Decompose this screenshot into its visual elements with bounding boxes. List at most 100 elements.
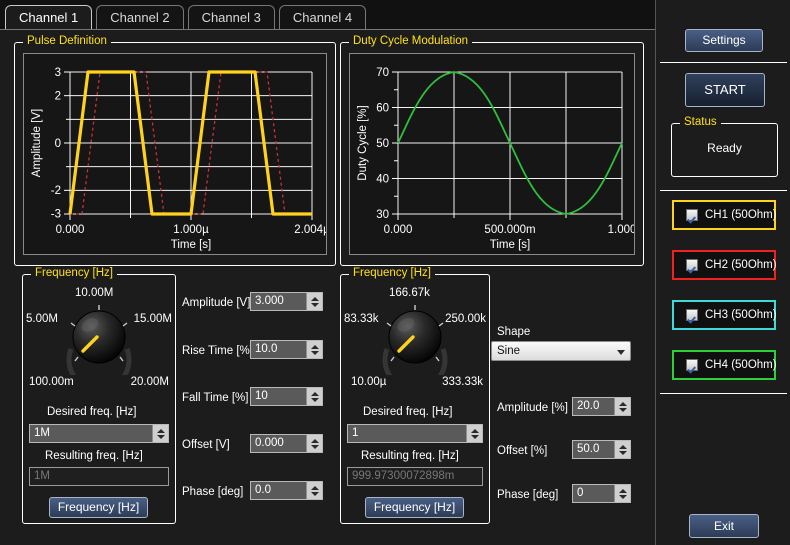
knob-label-top: 166.67k [389,287,430,299]
shape-label: Shape [497,326,530,338]
mod-amplitude-stepper[interactable] [614,398,630,415]
tab-label: Channel 1 [19,10,78,25]
mod-phase-stepper[interactable] [614,485,630,502]
pulse-plot-svg: 3 2 0 -2 -3 0.000 1.000µ 2.004µ Time [s] [24,54,326,254]
status-group: Status Ready [671,123,778,177]
checkbox-checked-icon[interactable] [686,209,698,221]
right-frequency-knob[interactable]: 166.67k 83.33k 250.00k 10.00µ 333.33k [341,275,489,405]
svg-text:Time [s]: Time [s] [171,239,211,251]
svg-text:2.004µ: 2.004µ [294,224,326,236]
shape-select[interactable]: Sine [491,341,631,361]
svg-text:Amplitude [V]: Amplitude [V] [31,109,43,177]
offset-v-input[interactable]: 0.000 [250,434,323,453]
phase-deg-label: Phase [deg] [182,486,243,498]
svg-text:0.000: 0.000 [56,224,85,236]
amplitude-v-stepper[interactable] [306,293,322,310]
rise-time-input[interactable]: 10.0 [250,340,323,359]
offset-v-label: Offset [V] [182,439,230,451]
offset-v-stepper[interactable] [306,435,322,452]
tab-channel-2[interactable]: Channel 2 [96,5,183,30]
channel-label: CH2 (50Ohm) [705,259,777,271]
left-desired-freq-input[interactable]: 1M [29,424,169,443]
knob-label-bottom-left: 10.00µ [351,376,386,388]
svg-text:3: 3 [55,67,61,79]
application-window: Channel 1 Channel 2 Channel 3 Channel 4 … [0,0,790,545]
tab-channel-3[interactable]: Channel 3 [188,5,275,30]
exit-button[interactable]: Exit [689,514,759,538]
mod-offset-value: 50.0 [573,441,614,458]
svg-text:50: 50 [376,138,389,150]
channel-toggle-ch3[interactable]: CH3 (50Ohm) [672,300,776,330]
checkbox-checked-icon[interactable] [686,259,698,271]
knob-label-bottom-left: 100.00m [29,376,74,388]
pulse-definition-group: Pulse Definition [14,42,336,266]
mod-offset-input[interactable]: 50.0 [572,440,631,459]
mod-offset-stepper[interactable] [614,441,630,458]
right-desired-freq-input[interactable]: 1 [347,424,483,443]
channel-label: CH3 (50Ohm) [705,309,777,321]
left-desired-freq-stepper[interactable] [152,425,168,442]
tab-bar: Channel 1 Channel 2 Channel 3 Channel 4 [0,0,655,30]
channel-toggle-ch2[interactable]: CH2 (50Ohm) [672,250,776,280]
left-resulting-freq-label: Resulting freq. [Hz] [45,450,143,462]
mod-amplitude-input[interactable]: 20.0 [572,397,631,416]
mod-phase-input[interactable]: 0 [572,484,631,503]
knob-label-bottom-right: 333.33k [442,376,483,388]
phase-deg-value: 0.0 [251,482,306,499]
rise-time-value: 10.0 [251,341,306,358]
knob-label-right: 15.00M [134,313,172,325]
amplitude-v-input[interactable]: 3.000 [250,292,323,311]
right-frequency-button[interactable]: Frequency [Hz] [365,497,464,518]
tab-channel-1[interactable]: Channel 1 [5,5,92,30]
mod-phase-value: 0 [573,485,614,502]
channel-toggle-ch1[interactable]: CH1 (50Ohm) [672,200,776,230]
channel-toggle-ch4[interactable]: CH4 (50Ohm) [672,350,776,380]
tab-label: Channel 2 [110,10,169,25]
knob-label-top: 10.00M [75,287,113,299]
phase-deg-stepper[interactable] [306,482,322,499]
mod-amplitude-label: Amplitude [%] [497,402,568,414]
exit-button-label: Exit [690,515,758,537]
start-button-label: START [686,74,764,106]
start-button[interactable]: START [685,73,765,107]
right-resulting-freq-value: 999.97300072898m [347,467,483,486]
svg-text:70: 70 [376,67,389,79]
svg-text:1.000µ: 1.000µ [173,224,209,236]
settings-button[interactable]: Settings [685,29,763,52]
mod-phase-label: Phase [deg] [497,489,558,501]
status-value: Ready [672,141,777,155]
rise-time-stepper[interactable] [306,341,322,358]
channel-label: CH4 (50Ohm) [705,359,777,371]
svg-text:60: 60 [376,103,389,115]
fall-time-stepper[interactable] [306,388,322,405]
amplitude-v-value: 3.000 [251,293,306,310]
checkbox-checked-icon[interactable] [686,359,698,371]
shape-value: Sine [497,345,520,357]
right-resulting-freq-label: Resulting freq. [Hz] [361,450,459,462]
duty-plot: 70 60 50 40 30 0.000 500.000m 1.000 Time… [349,53,635,255]
left-frequency-knob[interactable]: 10.00M 5.00M 15.00M 100.00m 20.00M [23,275,175,405]
svg-text:2: 2 [55,91,61,103]
amplitude-v-label: Amplitude [V] [182,297,250,309]
svg-text:40: 40 [376,174,389,186]
svg-text:Time [s]: Time [s] [490,239,530,251]
channel-label: CH1 (50Ohm) [705,209,777,221]
fall-time-input[interactable]: 10 [250,387,323,406]
phase-deg-input[interactable]: 0.0 [250,481,323,500]
left-resulting-freq-value: 1M [29,467,169,486]
knob-dial-icon[interactable] [379,303,451,375]
left-frequency-button[interactable]: Frequency [Hz] [49,497,148,518]
checkbox-checked-icon[interactable] [686,309,698,321]
duty-plot-svg: 70 60 50 40 30 0.000 500.000m 1.000 Time… [350,54,634,254]
knob-dial-icon[interactable] [63,303,135,375]
fall-time-label: Fall Time [%] [182,392,248,404]
svg-text:1.000: 1.000 [608,224,634,236]
mod-amplitude-value: 20.0 [573,398,614,415]
right-desired-freq-stepper[interactable] [466,425,482,442]
right-desired-freq-value: 1 [348,425,466,442]
fall-time-value: 10 [251,388,306,405]
tab-channel-4[interactable]: Channel 4 [279,5,366,30]
svg-text:-3: -3 [51,209,61,221]
duty-cycle-title: Duty Cycle Modulation [349,35,472,47]
right-frequency-group: Frequency [Hz] 166.67k 83.33k 250.00k 10… [340,274,490,524]
